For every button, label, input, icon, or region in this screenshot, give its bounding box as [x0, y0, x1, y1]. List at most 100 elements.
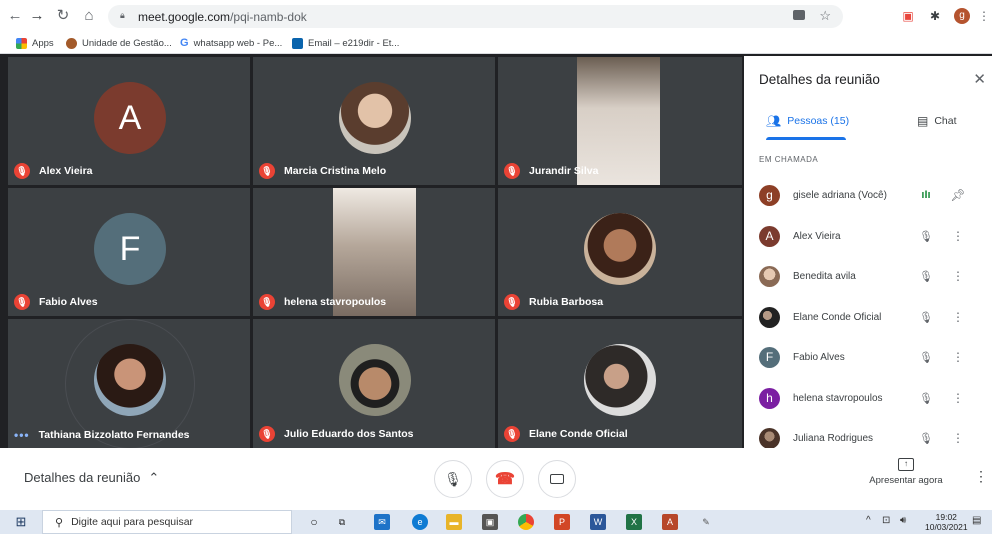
participant-tile[interactable]: 🎙︎ helena stavropoulos: [253, 188, 495, 316]
list-item[interactable]: Elane Conde Oficial 🎙︎ ⋮: [759, 302, 989, 332]
speaking-dots-icon: •••: [14, 428, 30, 442]
system-clock[interactable]: 19:02 10/03/2021: [925, 512, 968, 532]
volume-icon[interactable]: 🔊︎: [900, 515, 906, 526]
bookmark-email[interactable]: Email – e219dir - Et...: [292, 36, 399, 50]
taskbar-search-box[interactable]: ⚲ Digite aqui para pesquisar: [42, 510, 292, 534]
windows-start-icon[interactable]: ⊞: [0, 510, 42, 534]
star-icon[interactable]: ☆: [819, 8, 831, 24]
chrome-icon[interactable]: [518, 514, 534, 530]
profile-avatar[interactable]: g: [954, 8, 970, 24]
mic-off-icon[interactable]: 🎙︎: [919, 269, 933, 283]
network-icon[interactable]: ⊡: [882, 515, 890, 526]
google-g-icon: G: [180, 37, 189, 49]
file-explorer-icon[interactable]: ▬: [446, 514, 462, 530]
person-name: Alex Vieira: [793, 230, 841, 242]
tab-people[interactable]: 👥︎ Pessoas (15): [766, 112, 849, 130]
cortana-icon[interactable]: ○: [306, 514, 322, 530]
pin-icon[interactable]: 📌︎: [950, 188, 965, 202]
avatar: g: [759, 184, 780, 206]
participant-tile[interactable]: A 🎙︎ Alex Vieira: [8, 57, 250, 185]
more-options-icon[interactable]: ⋮: [974, 468, 988, 485]
more-options-icon[interactable]: ⋮: [951, 310, 965, 324]
excel-icon[interactable]: X: [626, 514, 642, 530]
bookmark-whatsapp[interactable]: Gwhatsapp web - Pe...: [180, 36, 282, 50]
avatar: h: [759, 387, 780, 409]
list-item[interactable]: g gisele adriana (Você) ıIı 📌︎: [759, 180, 989, 210]
mic-off-icon: 🎙︎: [259, 426, 275, 442]
apps-grid-icon: [16, 37, 27, 49]
participant-name-text: Marcia Cristina Melo: [284, 165, 387, 177]
leave-call-button[interactable]: ☎︎: [486, 460, 524, 498]
mic-off-icon: 🎙︎: [259, 294, 275, 310]
list-item[interactable]: Benedita avila 🎙︎ ⋮: [759, 261, 989, 291]
mic-off-icon[interactable]: 🎙︎: [919, 350, 933, 364]
bookmark-unidade[interactable]: Unidade de Gestão...: [66, 36, 172, 50]
participant-tile[interactable]: 🎙︎ Jurandir Silva: [498, 57, 742, 185]
kebab-menu-icon[interactable]: ⋮: [976, 8, 992, 24]
mic-off-icon[interactable]: 🎙︎: [919, 229, 933, 243]
reload-icon[interactable]: ↻: [54, 7, 72, 25]
participant-tile[interactable]: 🎙︎ Elane Conde Oficial: [498, 319, 742, 448]
browser-chrome: ← → ↻ ⌂ 🔒︎ meet.google.com/pqi-namb-dok …: [0, 0, 992, 54]
access-icon[interactable]: A: [662, 514, 678, 530]
participant-name-text: Fabio Alves: [39, 296, 98, 308]
meeting-details-panel: Detalhes da reunião ✕ 👥︎ Pessoas (15) ▤ Ch…: [744, 56, 992, 449]
more-options-icon[interactable]: ⋮: [951, 229, 965, 243]
bookmark-label: Unidade de Gestão...: [82, 37, 172, 49]
store-icon[interactable]: ▣: [482, 514, 498, 530]
mic-off-icon[interactable]: 🎙︎: [919, 431, 933, 445]
notifications-icon[interactable]: ▤: [972, 515, 981, 526]
task-view-icon[interactable]: ⧉: [334, 514, 350, 530]
extension-icon[interactable]: ▣: [900, 8, 916, 24]
microphone-icon: 🎙︎: [444, 470, 462, 487]
puzzle-icon[interactable]: ✱: [927, 8, 943, 24]
avatar: [584, 344, 656, 416]
bookmark-label: Apps: [32, 37, 54, 49]
list-item[interactable]: h helena stavropoulos 🎙︎ ⋮: [759, 383, 989, 413]
browser-toolbar: ← → ↻ ⌂ 🔒︎ meet.google.com/pqi-namb-dok …: [0, 0, 992, 32]
bookmark-apps[interactable]: Apps: [16, 36, 54, 50]
close-icon[interactable]: ✕: [973, 70, 986, 88]
camera-in-use-icon[interactable]: [793, 10, 805, 20]
more-options-icon[interactable]: ⋮: [951, 431, 965, 445]
mic-off-icon[interactable]: 🎙︎: [919, 391, 933, 405]
mic-off-icon[interactable]: 🎙︎: [919, 310, 933, 324]
list-item[interactable]: F Fabio Alves 🎙︎ ⋮: [759, 342, 989, 372]
present-now-label: Apresentar agora: [869, 475, 943, 486]
meeting-details-toggle[interactable]: Detalhes da reunião ⌃: [24, 470, 159, 486]
participant-tile[interactable]: 🎙︎ Marcia Cristina Melo: [253, 57, 495, 185]
person-name: Benedita avila: [793, 270, 856, 282]
word-icon[interactable]: W: [590, 514, 606, 530]
participant-tile[interactable]: 🎙︎ Rubia Barbosa: [498, 188, 742, 316]
participant-name: 🎙︎ helena stavropoulos: [259, 294, 386, 310]
mail-icon[interactable]: ✉: [374, 514, 390, 530]
chevron-up-icon: ⌃: [148, 470, 160, 485]
present-screen-icon: ↑: [898, 458, 914, 471]
avatar: [759, 306, 780, 328]
participant-tile[interactable]: F 🎙︎ Fabio Alves: [8, 188, 250, 316]
more-options-icon[interactable]: ⋮: [951, 269, 965, 283]
microphone-button[interactable]: 🎙︎: [434, 460, 472, 498]
paint-icon[interactable]: ✎: [698, 514, 714, 530]
clock-time: 19:02: [935, 512, 957, 522]
forward-arrow-icon[interactable]: →: [28, 7, 46, 25]
address-bar[interactable]: 🔒︎ meet.google.com/pqi-namb-dok ☆: [108, 5, 843, 28]
list-item[interactable]: A Alex Vieira 🎙︎ ⋮: [759, 221, 989, 251]
camera-button[interactable]: [538, 460, 576, 498]
participant-tile[interactable]: 🎙︎ Julio Eduardo dos Santos: [253, 319, 495, 448]
present-now-button[interactable]: ↑ Apresentar agora: [860, 458, 952, 486]
panel-title: Detalhes da reunião: [759, 72, 880, 87]
participant-tile[interactable]: ••• Tathiana Bizzolatto Fernandes: [8, 319, 250, 448]
tab-chat[interactable]: ▤ Chat: [917, 112, 957, 130]
powerpoint-icon[interactable]: P: [554, 514, 570, 530]
home-icon[interactable]: ⌂: [80, 7, 98, 25]
more-options-icon[interactable]: ⋮: [951, 350, 965, 364]
active-tab-indicator: [766, 137, 846, 140]
chevron-up-icon[interactable]: ^: [866, 515, 871, 526]
audio-level-icon: ıIı: [921, 189, 931, 201]
person-name: Juliana Rodrigues: [793, 432, 874, 444]
person-name: gisele adriana (Você): [793, 189, 887, 201]
edge-icon[interactable]: e: [412, 514, 428, 530]
back-arrow-icon[interactable]: ←: [6, 7, 24, 25]
more-options-icon[interactable]: ⋮: [951, 391, 965, 405]
